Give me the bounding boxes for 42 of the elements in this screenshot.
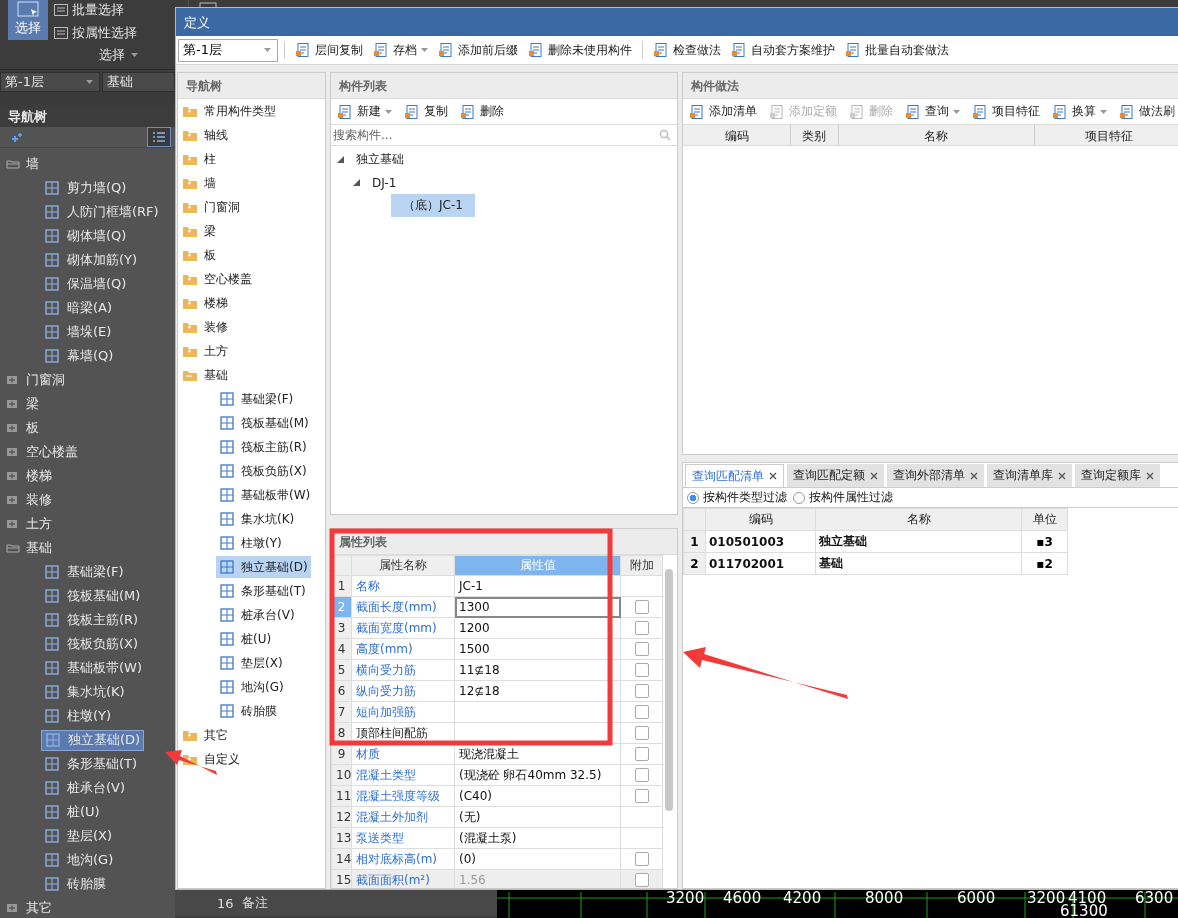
- panel-title: 导航树: [0, 105, 175, 127]
- property-name: 混凝土外加剂: [351, 806, 455, 828]
- property-name: 截面长度(mm): [351, 596, 455, 618]
- row-number: 10: [331, 764, 352, 786]
- table-cell: ▪3: [1021, 530, 1068, 553]
- property-name: 短向加强筋: [351, 701, 455, 723]
- property-name: 材质: [351, 743, 455, 765]
- property-name: 高度(mm): [351, 638, 455, 660]
- table-cell: 011702001: [705, 552, 816, 575]
- property-name: 混凝土强度等级: [351, 785, 455, 807]
- property-name: 相对底标高(m): [351, 848, 455, 870]
- panel-title: 构件列表: [331, 73, 677, 99]
- table-cell: ▪2: [1021, 552, 1068, 575]
- table-cell: 独立基础: [815, 530, 1022, 553]
- window-title: 定义: [176, 8, 1178, 36]
- row-number: 13: [331, 827, 352, 849]
- dimension-label: 4600: [723, 891, 762, 905]
- row-number: 16: [217, 895, 234, 911]
- property-name: 泵送类型: [351, 827, 455, 849]
- row-number: 12: [331, 806, 352, 828]
- dimension-label: 6000: [957, 891, 996, 905]
- dimension-label: 4100: [1068, 891, 1107, 905]
- property-name: 名称: [351, 575, 455, 597]
- property-name: 纵向受力筋: [351, 680, 455, 702]
- row-number: 11: [331, 785, 352, 807]
- property-name: 混凝土类型: [351, 764, 455, 786]
- panel-title: 导航树: [178, 73, 325, 99]
- table-cell: 基础: [815, 552, 1022, 575]
- row-number: 1: [683, 530, 706, 553]
- property-name: 横向受力筋: [351, 659, 455, 681]
- row-number: 2: [683, 552, 706, 575]
- dimension-label: 3200: [666, 891, 705, 905]
- dimension-label: 61300: [1060, 904, 1108, 918]
- panel-title: 构件做法: [683, 73, 1178, 99]
- property-name: 备注: [241, 894, 268, 912]
- dimension-label: 3200: [1027, 891, 1066, 905]
- dimension-label: 4200: [783, 891, 822, 905]
- table-cell: 010501003: [705, 530, 816, 553]
- dimension-label: 6300: [1135, 891, 1174, 905]
- dimension-label: 8000: [865, 891, 904, 905]
- property-name: 截面宽度(mm): [351, 617, 455, 639]
- row-number: 14: [331, 848, 352, 870]
